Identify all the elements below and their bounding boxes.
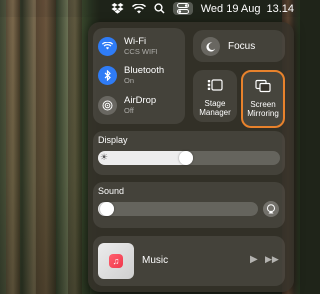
stage-manager-tile[interactable]: Stage Manager	[193, 70, 237, 122]
airplay-audio-button[interactable]	[263, 201, 279, 217]
desktop-wallpaper	[0, 0, 90, 294]
connectivity-tile: Wi-Fi CCS WIFI Bluetooth On AirDrop Off	[93, 28, 185, 124]
focus-tile[interactable]: Focus	[193, 30, 285, 62]
bluetooth-label: Bluetooth	[124, 65, 165, 76]
screen-mirroring-label-2: Mirroring	[247, 109, 279, 118]
dropbox-icon[interactable]	[111, 3, 124, 14]
menu-bar-time[interactable]: 13.14	[266, 3, 294, 15]
wifi-label: Wi-Fi	[124, 36, 147, 47]
airdrop-icon	[98, 95, 117, 115]
sound-slider-track[interactable]	[98, 202, 258, 216]
control-center-panel: Wi-Fi CCS WIFI Bluetooth On AirDrop Off	[88, 22, 294, 292]
focus-label: Focus	[228, 41, 256, 52]
display-title: Display	[98, 135, 128, 145]
menu-bar-date[interactable]: Wed 19 Aug	[201, 3, 261, 15]
bluetooth-toggle[interactable]: Bluetooth On	[98, 65, 164, 85]
airdrop-label: AirDrop	[124, 95, 157, 106]
music-tile[interactable]: ♫ Music ▶ ▶▶	[93, 236, 285, 286]
sound-slider-knob[interactable]	[100, 202, 114, 216]
search-icon[interactable]	[154, 3, 165, 14]
bluetooth-status: On	[124, 76, 135, 85]
music-label: Music	[142, 255, 169, 266]
display-slider-knob[interactable]	[179, 151, 193, 165]
bluetooth-icon	[98, 65, 117, 85]
moon-icon	[201, 37, 220, 56]
airdrop-status: Off	[124, 106, 134, 115]
wifi-toggle[interactable]: Wi-Fi CCS WIFI	[98, 36, 158, 56]
airdrop-toggle[interactable]: AirDrop Off	[98, 95, 156, 115]
music-note-icon: ♫	[109, 254, 123, 268]
control-center-icon[interactable]	[172, 2, 193, 15]
wifi-icon[interactable]	[131, 3, 146, 14]
music-album-art: ♫	[98, 243, 134, 279]
screen-mirroring-tile[interactable]: Screen Mirroring	[241, 70, 285, 128]
wifi-icon	[98, 36, 117, 56]
airplay-icon	[267, 204, 275, 214]
wifi-status: CCS WIFI	[124, 47, 158, 56]
sound-tile: Sound	[93, 182, 285, 228]
brightness-icon: ☀	[100, 152, 109, 162]
menu-bar: Wed 19 Aug 13.14	[0, 0, 300, 17]
screen-mirroring-icon	[255, 79, 271, 93]
next-track-icon[interactable]: ▶▶	[265, 254, 279, 265]
stage-manager-label-2: Manager	[199, 108, 231, 117]
display-tile: Display ☀	[93, 131, 285, 175]
sound-title: Sound	[98, 186, 125, 196]
play-icon[interactable]: ▶	[250, 254, 258, 265]
stage-manager-icon	[207, 79, 223, 91]
